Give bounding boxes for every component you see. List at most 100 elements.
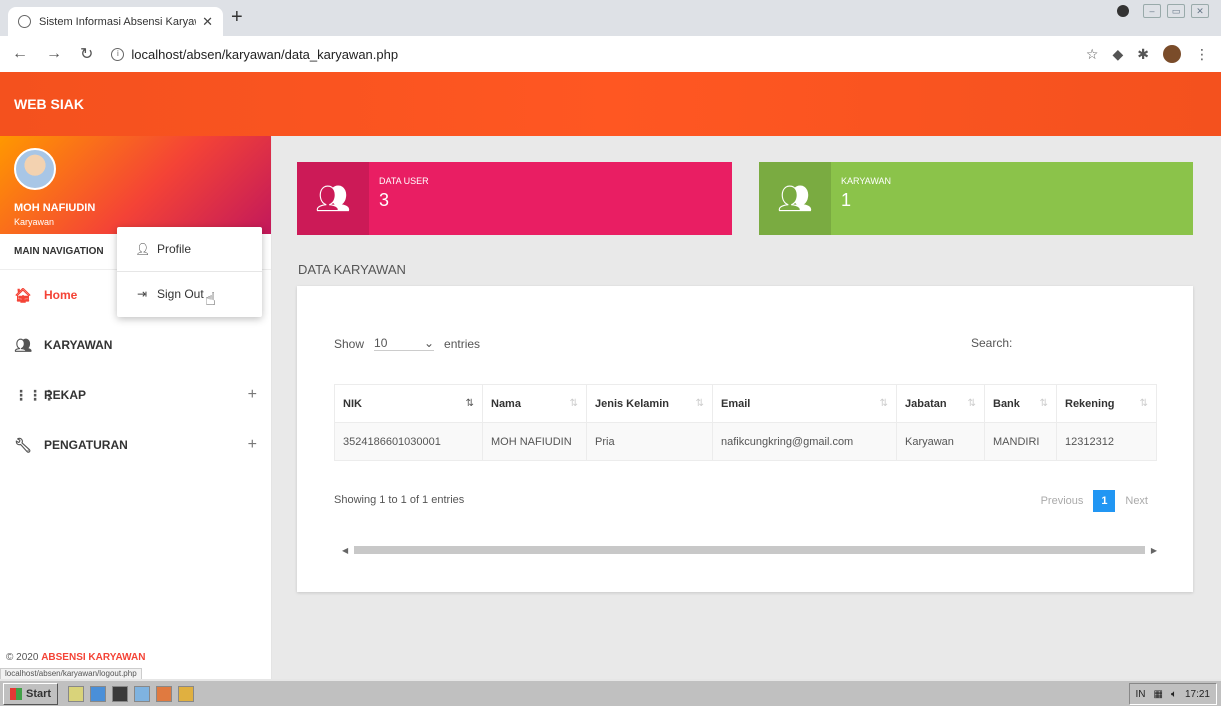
column-header-rekening[interactable]: Rekening ⇅ bbox=[1056, 384, 1157, 423]
maximize-window-icon[interactable]: ▭ bbox=[1167, 4, 1185, 18]
globe-icon bbox=[18, 15, 31, 28]
users-icon: 👥︎ bbox=[297, 162, 369, 235]
section-title: DATA KARYAWAN bbox=[298, 262, 406, 277]
signout-menu-item[interactable]: ⇥ Sign Out bbox=[117, 272, 262, 316]
table-info: Showing 1 to 1 of 1 entries bbox=[334, 494, 465, 506]
reload-icon[interactable]: ↻ bbox=[80, 44, 93, 64]
browser-profile-icon[interactable] bbox=[1163, 45, 1181, 63]
entries-select[interactable]: 10 ⌄ bbox=[374, 336, 435, 351]
browser-tab[interactable]: Sistem Informasi Absensi Karyawa ✕ bbox=[8, 7, 223, 36]
table-header-row: NIK ⇅ Nama ⇅ Jenis Kelamin ⇅ Email ⇅ Jabatan… bbox=[334, 384, 1157, 423]
volume-icon[interactable]: 🔈︎ bbox=[1171, 689, 1177, 700]
sidebar-item-label: PENGATURAN bbox=[44, 438, 128, 452]
start-label: Start bbox=[26, 687, 52, 700]
search-label: Search: bbox=[971, 336, 1013, 350]
sidebar-item-karyawan[interactable]: 👥︎ KARYAWAN bbox=[0, 320, 271, 370]
profile-dot-icon[interactable] bbox=[1117, 5, 1129, 17]
next-page-button[interactable]: Next bbox=[1125, 495, 1148, 507]
scroll-left-icon[interactable]: ◀ bbox=[342, 546, 348, 555]
sidebar-item-pengaturan[interactable]: 🔧︎ PENGATURAN + bbox=[0, 420, 271, 470]
page-1-button[interactable]: 1 bbox=[1093, 490, 1116, 512]
pagination: Previous 1 Next bbox=[1041, 490, 1148, 512]
app-brand[interactable]: WEB SIAK bbox=[14, 96, 84, 112]
clock[interactable]: 17:21 bbox=[1185, 689, 1210, 700]
back-icon[interactable]: ← bbox=[12, 45, 28, 63]
network-icon[interactable]: ▦ bbox=[1154, 689, 1163, 700]
data-table-card: Show 10 ⌄ entries Search: NIK ⇅ Nama ⇅ Jen… bbox=[297, 286, 1193, 592]
url-field[interactable]: i localhost/absen/karyawan/data_karyawan… bbox=[111, 47, 1086, 62]
app-taskbar-icon[interactable] bbox=[112, 685, 129, 702]
column-header-jenis-kelamin[interactable]: Jenis Kelamin ⇅ bbox=[586, 384, 713, 423]
scroll-right-icon[interactable]: ▶ bbox=[1151, 546, 1157, 555]
new-tab-icon[interactable]: + bbox=[231, 6, 243, 29]
sidebar-item-rekap[interactable]: ⋮⋮⋮ REKAP + bbox=[0, 370, 271, 420]
start-button[interactable]: Start bbox=[3, 682, 59, 705]
grid-icon: ⋮⋮⋮ bbox=[14, 386, 56, 403]
profile-menu-item[interactable]: 👤︎ Profile bbox=[117, 227, 262, 271]
info-box-value: 3 bbox=[379, 190, 390, 210]
media-taskbar-icon[interactable] bbox=[178, 685, 195, 702]
sidebar-footer: © 2020 ABSENSI KARYAWAN bbox=[6, 652, 145, 663]
expand-plus-icon[interactable]: + bbox=[248, 436, 257, 454]
star-icon[interactable]: ☆ bbox=[1086, 46, 1099, 63]
cell-bank: MANDIRI bbox=[984, 422, 1057, 461]
home-icon: 🏠︎ bbox=[14, 286, 32, 303]
extension-icon[interactable]: ◆ bbox=[1112, 46, 1123, 63]
kebab-menu-icon[interactable]: ⋮ bbox=[1195, 46, 1209, 63]
browser-extensions: ☆ ◆ ✱ ⋮ bbox=[1086, 45, 1209, 63]
column-header-jabatan[interactable]: Jabatan ⇅ bbox=[896, 384, 985, 423]
profile-label: Profile bbox=[157, 242, 192, 256]
user-avatar bbox=[14, 148, 56, 190]
entries-select-value: 10 bbox=[374, 336, 388, 350]
info-box-data-user[interactable]: 👥︎ DATA USER 3 bbox=[297, 162, 732, 235]
cell-rekening: 12312312 bbox=[1056, 422, 1157, 461]
karyawan-table: NIK ⇅ Nama ⇅ Jenis Kelamin ⇅ Email ⇅ Jabatan… bbox=[334, 384, 1157, 461]
tab-title: Sistem Informasi Absensi Karyawa bbox=[39, 15, 197, 28]
sidebar-item-label: REKAP bbox=[44, 388, 87, 402]
info-box-karyawan[interactable]: 👥︎ KARYAWAN 1 bbox=[759, 162, 1193, 235]
os-taskbar: Start IN ▦ 🔈︎ 17:21 bbox=[0, 679, 1221, 706]
close-tab-icon[interactable]: ✕ bbox=[202, 14, 213, 30]
desktop-icon[interactable] bbox=[68, 685, 85, 702]
sidebar-item-label: Home bbox=[44, 288, 78, 302]
column-header-bank[interactable]: Bank ⇅ bbox=[984, 384, 1057, 423]
column-header-nama[interactable]: Nama ⇅ bbox=[482, 384, 587, 423]
url-text: localhost/absen/karyawan/data_karyawan.p… bbox=[131, 46, 399, 62]
language-indicator[interactable]: IN bbox=[1136, 689, 1146, 700]
forward-icon[interactable]: → bbox=[46, 45, 62, 63]
info-icon[interactable]: i bbox=[111, 47, 125, 61]
expand-plus-icon[interactable]: + bbox=[248, 386, 257, 404]
sort-icon: ⇅ bbox=[967, 397, 976, 409]
wrench-icon: 🔧︎ bbox=[14, 436, 32, 453]
puzzle-icon[interactable]: ✱ bbox=[1137, 46, 1149, 63]
sort-icon: ⇅ bbox=[1139, 397, 1148, 409]
user-info-box: MOH NAFIUDIN Karyawan bbox=[0, 136, 271, 234]
people-icon: 👥︎ bbox=[14, 336, 32, 353]
folder-taskbar-icon[interactable] bbox=[134, 685, 151, 702]
chrome-taskbar-icon[interactable] bbox=[90, 685, 107, 702]
column-header-email[interactable]: Email ⇅ bbox=[712, 384, 897, 423]
previous-page-button[interactable]: Previous bbox=[1041, 495, 1084, 507]
footer-brand[interactable]: ABSENSI KARYAWAN bbox=[41, 652, 145, 663]
browser-tab-strip: Sistem Informasi Absensi Karyawa ✕ + – ▭… bbox=[0, 0, 1221, 36]
user-name[interactable]: MOH NAFIUDIN bbox=[14, 202, 95, 214]
scrollbar-thumb[interactable] bbox=[354, 546, 1145, 554]
users-icon: 👥︎ bbox=[759, 162, 831, 235]
horizontal-scrollbar[interactable]: ◀ ▶ bbox=[342, 545, 1157, 555]
cell-jabatan: Karyawan bbox=[896, 422, 985, 461]
window-controls: – ▭ ✕ bbox=[1117, 4, 1209, 18]
user-dropdown-menu: 👤︎ Profile ⇥ Sign Out bbox=[117, 227, 262, 317]
close-window-icon[interactable]: ✕ bbox=[1191, 4, 1209, 18]
chevron-down-icon: ⌄ bbox=[423, 336, 435, 350]
user-role: Karyawan bbox=[14, 217, 55, 227]
sort-asc-icon: ⇅ bbox=[465, 397, 474, 409]
minimize-window-icon[interactable]: – bbox=[1143, 4, 1161, 18]
presentation-taskbar-icon[interactable] bbox=[156, 685, 173, 702]
sort-icon: ⇅ bbox=[569, 397, 578, 409]
quick-launch bbox=[68, 685, 195, 702]
column-header-nik[interactable]: NIK ⇅ bbox=[334, 384, 483, 423]
logout-icon: ⇥ bbox=[136, 287, 148, 301]
system-tray: IN ▦ 🔈︎ 17:21 bbox=[1128, 683, 1217, 705]
signout-label: Sign Out bbox=[157, 287, 204, 301]
table-row: 3524186601030001 MOH NAFIUDIN Pria nafik… bbox=[334, 422, 1157, 461]
